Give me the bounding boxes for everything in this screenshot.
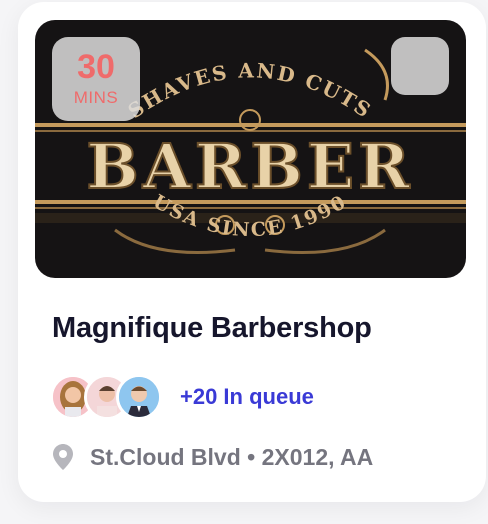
wait-time-value: 30 xyxy=(77,48,115,86)
queue-avatars xyxy=(50,374,162,420)
wait-time-unit: MINS xyxy=(73,88,119,107)
wait-time-badge: 30 MINS xyxy=(52,37,140,121)
avatar xyxy=(116,374,162,420)
logo-main-text: BARBER xyxy=(86,130,413,203)
queue-count[interactable]: +20 In queue xyxy=(180,384,314,410)
shop-title: Magnifique Barbershop xyxy=(52,312,372,344)
logo-top-text: SHAVES AND CUTS xyxy=(123,58,376,123)
bookmark-button[interactable] xyxy=(391,37,449,95)
hero-image: SHAVES AND CUTS BARBER USA SINCE 1990 30… xyxy=(35,20,466,278)
address-row: St.Cloud Blvd • 2X012, AA xyxy=(52,442,373,472)
bookmark-icon xyxy=(391,37,466,278)
map-pin-icon xyxy=(53,444,73,470)
barbershop-card[interactable]: SHAVES AND CUTS BARBER USA SINCE 1990 30… xyxy=(18,2,486,502)
shop-address: St.Cloud Blvd • 2X012, AA xyxy=(90,443,374,470)
